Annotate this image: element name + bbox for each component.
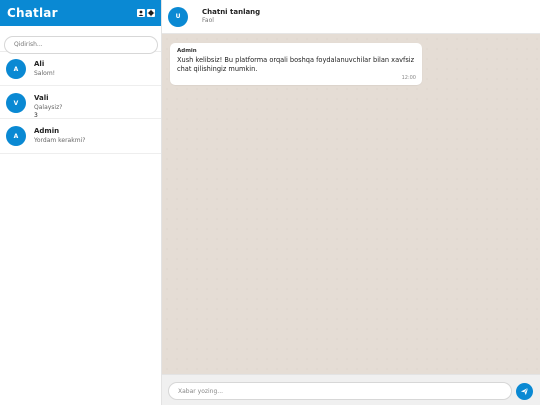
message-time: 12:00: [401, 75, 416, 81]
chat-item-ali[interactable]: A Ali Salom!: [0, 52, 161, 86]
avatar: U: [168, 6, 188, 27]
settings-icon[interactable]: [147, 9, 155, 17]
sidebar-title: Chatlar: [7, 6, 58, 20]
sidebar-header-actions: [137, 9, 155, 17]
chat-status: Faol: [202, 17, 214, 24]
avatar: V: [6, 93, 26, 113]
message-input[interactable]: [168, 382, 512, 400]
chat-title: Chatni tanlang: [202, 8, 261, 16]
chat-name: Vali: [34, 94, 49, 102]
send-button[interactable]: [516, 383, 533, 400]
avatar: A: [6, 59, 26, 79]
message-area[interactable]: Admin Xush kelibsiz! Bu platforma orqali…: [162, 34, 540, 374]
send-icon: [520, 387, 529, 396]
chat-header: U Chatni tanlang Faol: [162, 0, 540, 34]
chat-list: A Ali Salom! V Vali Qalaysiz? 3 A Admin …: [0, 52, 161, 154]
chat-name: Admin: [34, 127, 60, 135]
chat-preview: Salom!: [34, 70, 56, 77]
chat-header-info: Chatni tanlang Faol: [202, 8, 260, 25]
sidebar: Chatlar A Ali Salom! V Vali Qalaysiz?: [0, 0, 162, 405]
search-input[interactable]: [4, 35, 158, 54]
chat-info: Admin Yordam kerakmi?: [34, 126, 85, 145]
chat-item-admin[interactable]: A Admin Yordam kerakmi?: [0, 119, 161, 154]
message-text: Xush kelibsiz! Bu platforma orqali boshq…: [177, 56, 415, 73]
chat-info: Ali Salom!: [34, 59, 55, 78]
message-sender: Admin: [177, 48, 197, 54]
chat-item-vali[interactable]: V Vali Qalaysiz? 3: [0, 86, 161, 119]
sidebar-header: Chatlar: [0, 0, 161, 26]
chat-preview: Qalaysiz?: [34, 104, 63, 111]
chat-name: Ali: [34, 60, 45, 68]
message-bubble: Admin Xush kelibsiz! Bu platforma orqali…: [170, 43, 422, 85]
chat-preview: Yordam kerakmi?: [34, 137, 86, 144]
unread-count: 3: [34, 112, 38, 119]
chat-info: Vali Qalaysiz? 3: [34, 93, 62, 120]
composer: [162, 374, 540, 405]
search-container: [0, 27, 161, 54]
avatar: A: [6, 126, 26, 146]
chat-panel: U Chatni tanlang Faol Admin Xush kelibsi…: [162, 0, 540, 405]
user-icon[interactable]: [137, 9, 145, 17]
